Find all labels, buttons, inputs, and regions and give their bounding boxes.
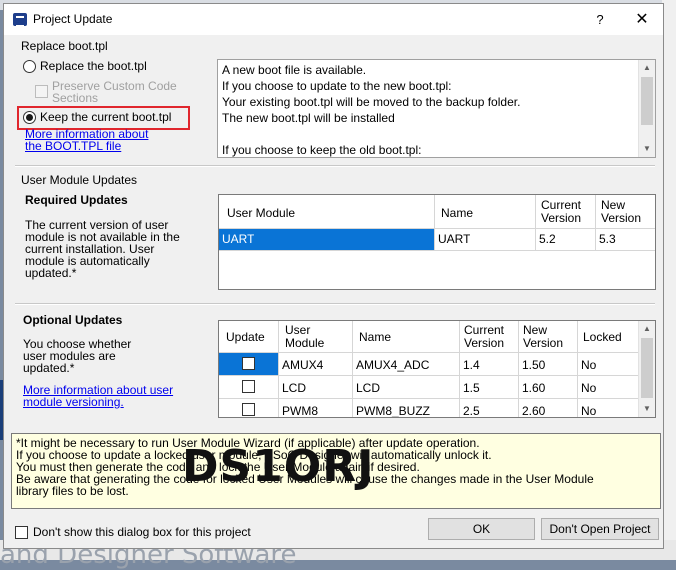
- radio-keep-boot[interactable]: [23, 111, 36, 124]
- note-line: library files to be lost.: [16, 484, 129, 498]
- help-button[interactable]: ?: [588, 10, 612, 30]
- col-locked[interactable]: Locked: [583, 331, 622, 344]
- col-new-version-2[interactable]: Version: [523, 337, 563, 350]
- table-row-new[interactable]: 1.50: [522, 359, 545, 372]
- watermark: DS1ORJ: [182, 441, 375, 492]
- message-line: A new boot file is available.: [222, 63, 367, 77]
- col-divider: [577, 321, 578, 417]
- radio-keep-boot-label[interactable]: Keep the current boot.tpl: [40, 110, 171, 124]
- table-row-locked[interactable]: No: [581, 359, 596, 372]
- scroll-up-icon[interactable]: ▲: [639, 60, 655, 76]
- boot-message-textbox[interactable]: A new boot file is available. If you cho…: [217, 59, 656, 158]
- col-current-version-2[interactable]: Version: [464, 337, 504, 350]
- col-divider: [352, 321, 353, 417]
- required-updates-heading: Required Updates: [25, 193, 128, 207]
- preserve-custom-code-checkbox[interactable]: [35, 85, 48, 98]
- update-checkbox-amux4[interactable]: [242, 357, 255, 370]
- background-window-edge: [662, 0, 676, 560]
- col-name[interactable]: Name: [441, 207, 473, 220]
- update-checkbox-lcd[interactable]: [242, 380, 255, 393]
- title-bar: Project Update ? ✕: [4, 4, 663, 35]
- table-row-current[interactable]: 5.2: [539, 233, 556, 246]
- message-line: The new boot.tpl will be installed: [222, 111, 395, 125]
- radio-replace-boot[interactable]: [23, 60, 36, 73]
- col-divider: [278, 321, 279, 417]
- table-row-current[interactable]: 1.5: [463, 382, 480, 395]
- col-divider: [434, 195, 435, 251]
- table-row-user-module[interactable]: UART: [222, 233, 254, 246]
- table-row-user-module[interactable]: AMUX4: [282, 359, 323, 372]
- close-button[interactable]: ✕: [628, 9, 656, 31]
- scroll-thumb[interactable]: [641, 77, 653, 125]
- message-line: If you choose to keep the old boot.tpl:: [222, 143, 422, 157]
- required-desc-line: updated.*: [25, 266, 77, 280]
- table-row-new[interactable]: 1.60: [522, 382, 545, 395]
- dont-open-project-button[interactable]: Don't Open Project: [541, 518, 659, 540]
- table-row-new[interactable]: 5.3: [599, 233, 616, 246]
- col-update[interactable]: Update: [226, 331, 265, 344]
- section-divider: [15, 165, 655, 167]
- optional-table-scrollbar[interactable]: ▲ ▼: [638, 321, 655, 417]
- col-current-version-2[interactable]: Version: [541, 212, 581, 225]
- scroll-down-icon[interactable]: ▼: [639, 141, 655, 157]
- table-row-name[interactable]: AMUX4_ADC: [356, 359, 429, 372]
- col-divider: [459, 321, 460, 417]
- scroll-thumb[interactable]: [641, 338, 653, 398]
- col-name[interactable]: Name: [359, 331, 391, 344]
- table-row-name[interactable]: UART: [438, 233, 470, 246]
- table-row-locked[interactable]: No: [581, 382, 596, 395]
- app-icon: [13, 13, 27, 27]
- window-title: Project Update: [33, 12, 113, 26]
- table-row-current[interactable]: 2.5: [463, 405, 480, 417]
- col-divider: [535, 195, 536, 251]
- table-row-name[interactable]: PWM8_BUZZ: [356, 405, 430, 417]
- radio-replace-boot-label[interactable]: Replace the boot.tpl: [40, 59, 147, 73]
- scroll-up-icon[interactable]: ▲: [639, 321, 655, 337]
- optional-desc-line: updated.*: [23, 361, 75, 375]
- col-divider: [595, 195, 596, 251]
- dont-show-checkbox[interactable]: [15, 526, 28, 539]
- message-scrollbar[interactable]: ▲ ▼: [638, 60, 655, 157]
- scroll-down-icon[interactable]: ▼: [639, 401, 655, 417]
- boot-tpl-info-link-2[interactable]: the BOOT.TPL file: [25, 139, 121, 153]
- required-updates-table[interactable]: User Module Name Current Version New Ver…: [218, 194, 656, 290]
- project-update-dialog: Project Update ? ✕ Replace boot.tpl Repl…: [3, 3, 664, 549]
- row-divider: [219, 375, 639, 376]
- col-user-module[interactable]: User Module: [227, 207, 295, 220]
- user-module-updates-label: User Module Updates: [21, 173, 138, 187]
- table-row-current[interactable]: 1.4: [463, 359, 480, 372]
- preserve-custom-code-label-2: Sections: [52, 91, 99, 105]
- ok-button[interactable]: OK: [428, 518, 535, 540]
- dont-show-label[interactable]: Don't show this dialog box for this proj…: [33, 525, 251, 539]
- module-versioning-link-2[interactable]: module versioning.: [23, 395, 124, 409]
- table-row-user-module[interactable]: PWM8: [282, 405, 318, 417]
- update-checkbox-pwm8[interactable]: [242, 403, 255, 416]
- section-divider: [15, 303, 655, 305]
- col-user-module-2[interactable]: Module: [285, 337, 324, 350]
- table-row-name[interactable]: LCD: [356, 382, 380, 395]
- message-line: If you choose to update to the new boot.…: [222, 79, 452, 93]
- row-divider: [219, 250, 655, 251]
- optional-updates-table[interactable]: Update User Module Name Current Version …: [218, 320, 656, 418]
- col-divider: [518, 321, 519, 417]
- row-divider: [219, 398, 639, 399]
- table-row-new[interactable]: 2.60: [522, 405, 545, 417]
- table-row-user-module[interactable]: LCD: [282, 382, 306, 395]
- header-divider: [219, 352, 639, 353]
- optional-updates-heading: Optional Updates: [23, 313, 123, 327]
- table-row-locked[interactable]: No: [581, 405, 596, 417]
- message-line: Your existing boot.tpl will be moved to …: [222, 95, 521, 109]
- replace-boot-group-label: Replace boot.tpl: [21, 39, 108, 53]
- col-new-version-2[interactable]: Version: [601, 212, 641, 225]
